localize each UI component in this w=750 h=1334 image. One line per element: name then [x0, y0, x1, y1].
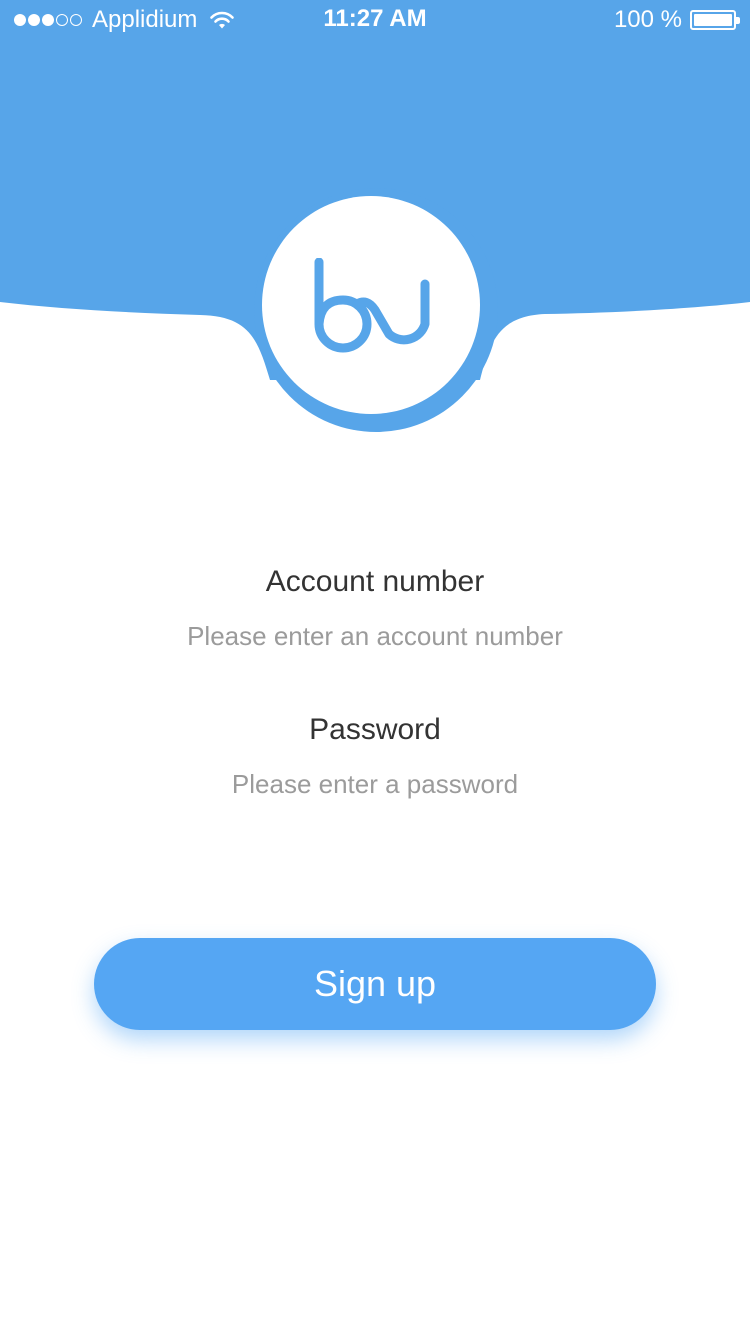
bj-logo-icon: [314, 258, 430, 353]
battery-percentage: 100 %: [613, 6, 682, 33]
battery-fill: [694, 14, 732, 26]
battery-cap: [736, 17, 740, 24]
password-field-group: Password: [0, 708, 750, 804]
password-input[interactable]: [125, 764, 625, 804]
account-number-input[interactable]: [125, 616, 625, 656]
password-label: Password: [309, 713, 441, 746]
login-form: Account number Password: [0, 560, 750, 804]
status-right: 100 %: [613, 6, 740, 34]
account-field-group: Account number: [0, 560, 750, 656]
battery-icon: [690, 10, 740, 30]
status-bar: Applidium 11:27 AM 100 %: [0, 0, 750, 40]
login-screen: Applidium 11:27 AM 100 % Account number: [0, 0, 750, 1334]
signup-button[interactable]: Sign up: [94, 938, 656, 1030]
account-number-label: Account number: [265, 565, 485, 598]
